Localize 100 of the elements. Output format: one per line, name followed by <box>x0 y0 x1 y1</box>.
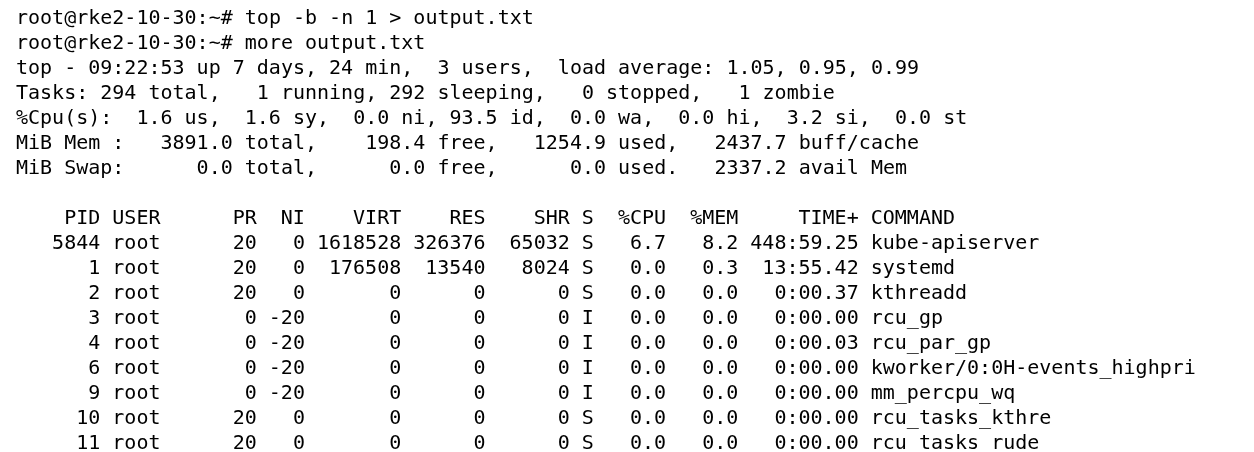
table-cell-text: 0.0 <box>628 330 667 355</box>
table-cell: S <box>581 405 594 430</box>
table-cell: -20 <box>268 380 305 405</box>
table-cell-text: 2 <box>87 280 101 305</box>
column-header: SHR <box>532 205 570 230</box>
table-cell: I <box>581 305 594 330</box>
table-cell-text: 0 <box>388 305 402 330</box>
table-cell-text: 0 <box>556 430 570 452</box>
table-cell-text: 0 <box>388 355 402 380</box>
table-cell-text: 20 <box>231 230 257 255</box>
table-cell-text: 0.0 <box>701 305 739 330</box>
table-cell-text: 0.0 <box>628 255 667 280</box>
table-cell-text: 0.0 <box>701 430 739 452</box>
table-cell: -20 <box>268 355 305 380</box>
table-cell-text: 20 <box>231 430 257 452</box>
column-header: TIME+ <box>797 205 859 230</box>
table-cell-text: 0.0 <box>701 330 739 355</box>
table-cell-text: root <box>112 355 162 380</box>
table-cell-text: 0.0 <box>628 280 667 305</box>
table-cell-text: 0.0 <box>628 380 667 405</box>
table-cell: S <box>581 430 594 452</box>
table-cell-text: 0:00.00 <box>773 305 859 330</box>
column-header: S <box>581 205 594 230</box>
table-cell: kthreadd <box>870 280 968 305</box>
table-cell-text: 13:55.42 <box>761 255 859 280</box>
table-cell: rcu_tasks_kthre <box>870 405 1052 430</box>
table-cell: S <box>581 230 594 255</box>
command-text: top -b -n 1 > output.txt <box>244 5 534 30</box>
table-cell-text: 0 <box>472 430 486 452</box>
table-cell-text: 0 <box>472 355 486 380</box>
column-header: PR <box>231 205 257 230</box>
table-cell-text: 0:00.00 <box>773 405 859 430</box>
table-cell-text: 0 <box>291 430 305 452</box>
column-header: %MEM <box>689 205 739 230</box>
table-cell-text: 8024 <box>520 255 570 280</box>
table-cell: rcu_tasks_rude <box>870 430 1040 452</box>
table-cell: -20 <box>268 305 305 330</box>
table-cell-text: 0.0 <box>701 280 739 305</box>
table-cell-text: 11 <box>75 430 101 452</box>
table-cell-text: 0 <box>472 305 486 330</box>
table-cell-text: 5844 <box>51 230 101 255</box>
table-cell-text: 0.0 <box>701 380 739 405</box>
column-header: USER <box>112 205 162 230</box>
table-cell-text: 0:00.00 <box>773 355 859 380</box>
output-line: Tasks: 294 total, 1 running, 292 sleeping, 0 stopped, 1 zombie <box>16 80 835 105</box>
table-cell: mm_percpu_wq <box>870 380 1016 405</box>
table-cell-text: 4 <box>87 330 101 355</box>
shell-prompt: root@rke2-10-30:~# <box>16 5 233 30</box>
output-line: MiB Mem : 3891.0 total, 198.4 free, 1254.9 used, 2437.7 buff/cache <box>16 130 920 155</box>
table-cell-text: root <box>112 280 162 305</box>
table-cell-text: 20 <box>231 405 257 430</box>
table-cell-text: 1 <box>87 255 101 280</box>
table-cell-text: 0.3 <box>701 255 739 280</box>
column-header: VIRT <box>352 205 402 230</box>
table-cell-text: 0:00.00 <box>773 380 859 405</box>
table-cell-text: 0.0 <box>628 355 667 380</box>
table-cell-text: 0 <box>556 380 570 405</box>
table-cell-text: 0 <box>556 305 570 330</box>
output-line: %Cpu(s): 1.6 us, 1.6 sy, 0.0 ni, 93.5 id, 0.0 wa, 0.0 hi, 3.2 si, 0.0 st <box>16 105 968 130</box>
table-cell-text: root <box>112 230 162 255</box>
table-cell: I <box>581 330 594 355</box>
table-cell: I <box>581 355 594 380</box>
table-cell-text: 0 <box>556 355 570 380</box>
shell-prompt: root@rke2-10-30:~# <box>16 30 233 55</box>
table-cell: I <box>581 380 594 405</box>
table-cell-text: 0 <box>243 380 257 405</box>
table-cell-text: root <box>112 305 162 330</box>
output-line: top - 09:22:53 up 7 days, 24 min, 3 users, load average: 1.05, 0.95, 0.99 <box>16 55 920 80</box>
table-cell-text: 0 <box>291 405 305 430</box>
table-cell-text: 65032 <box>508 230 570 255</box>
table-cell: 1618528 <box>316 230 402 255</box>
table-cell-text: 0 <box>388 430 402 452</box>
table-cell-text: 20 <box>231 255 257 280</box>
table-cell: 326376 <box>413 230 486 255</box>
table-cell-text: 10 <box>75 405 101 430</box>
table-cell-text: 176508 <box>328 255 402 280</box>
table-cell-text: 0:00.03 <box>773 330 859 355</box>
table-cell-text: 0:00.00 <box>773 430 859 452</box>
column-header: NI <box>279 205 305 230</box>
table-cell-text: root <box>112 255 162 280</box>
table-cell-text: 6 <box>87 355 101 380</box>
table-cell-text: 0 <box>556 280 570 305</box>
table-cell-text: 20 <box>231 280 257 305</box>
table-cell: kube-apiserver <box>870 230 1040 255</box>
table-cell-text: root <box>112 380 162 405</box>
table-cell-text: 0 <box>291 255 305 280</box>
output-line: MiB Swap: 0.0 total, 0.0 free, 0.0 used. 2337.2 avail Mem <box>16 155 908 180</box>
table-cell-text: 0.0 <box>628 405 667 430</box>
table-cell-text: root <box>112 430 162 452</box>
table-cell-text: 13540 <box>424 255 486 280</box>
table-cell-text: 0 <box>291 280 305 305</box>
column-header: COMMAND <box>870 205 955 230</box>
table-cell-text: 9 <box>87 380 101 405</box>
table-cell-text: 0 <box>472 280 486 305</box>
command-text: more output.txt <box>244 30 426 55</box>
table-cell: rcu_gp <box>870 305 943 330</box>
table-cell-text: 0 <box>556 330 570 355</box>
table-cell-text: 0 <box>243 330 257 355</box>
table-cell-text: 0 <box>388 405 402 430</box>
table-cell-text: 3 <box>87 305 101 330</box>
